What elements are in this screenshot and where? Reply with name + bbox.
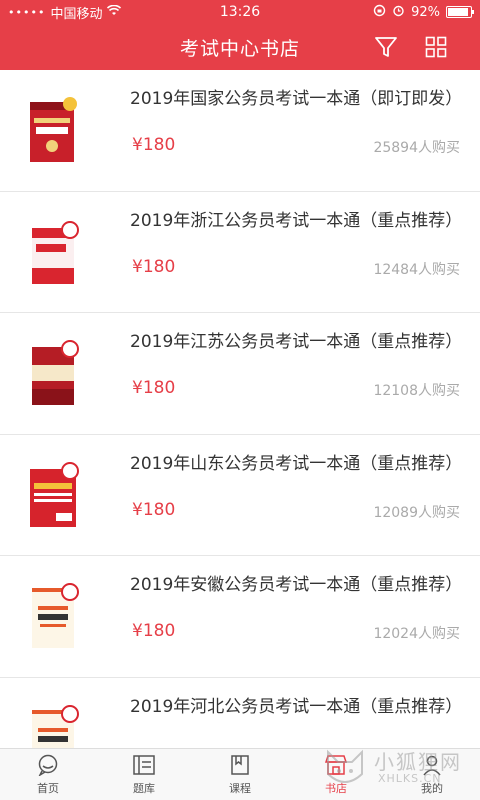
book-cover-zhejiang [26,218,80,288]
book-title[interactable]: 2019年河北公务员考试一本通（重点推荐） [130,696,462,719]
purchase-count: 12484人购买 [373,261,460,278]
purchase-count: 12108人购买 [373,383,460,399]
tab-label: 我的 [421,782,443,795]
tab-bookstore[interactable]: 书店 [288,749,384,800]
course-book-icon [230,753,250,777]
book-list-item[interactable]: 2019年安徽公务员考试一本通（重点推荐） ¥180 12024人购买 [0,556,480,678]
book-list-item[interactable]: 2019年江苏公务员考试一本通（重点推荐） ¥180 12108人购买 [0,313,480,435]
tab-bar: 首页 题库 课程 书店 我的 [0,748,480,800]
grid-view-icon[interactable] [422,33,450,61]
book-title[interactable]: 2019年浙江公务员考试一本通（重点推荐） [130,210,462,233]
book-price: ¥180 [132,135,176,155]
tab-label: 题库 [133,782,155,795]
book-cover-jiangsu [26,339,80,409]
book-price: ¥180 [132,256,176,277]
rotation-lock-icon [373,4,386,21]
signal-strength-icon: ••••• [8,5,46,19]
tab-label: 首页 [37,782,59,795]
purchase-count: 12024人购买 [373,626,460,642]
book-list[interactable]: 2019年国家公务员考试一本通（即订即发） ¥180 25894人购买 2019… [0,70,480,748]
home-chat-icon [37,753,59,777]
purchase-count: 25894人购买 [373,140,460,156]
carrier-label: 中国移动 [50,6,103,22]
book-cover-shandong [26,461,80,531]
book-price: ¥180 [132,621,176,641]
tab-home[interactable]: 首页 [0,749,96,800]
tab-label: 书店 [325,782,347,795]
bookstore-icon [324,753,348,777]
battery-fill [448,8,469,16]
book-title[interactable]: 2019年江苏公务员考试一本通（重点推荐） [130,331,462,354]
status-bar: ••••• 中国移动 13:26 92% [0,0,480,24]
book-title[interactable]: 2019年国家公务员考试一本通（即订即发） [130,88,462,111]
book-price: ¥180 [132,378,176,398]
book-cover-national [26,96,80,166]
book-list-item[interactable]: 2019年国家公务员考试一本通（即订即发） ¥180 25894人购买 [0,70,480,192]
profile-icon [421,753,443,777]
battery-icon [446,6,474,18]
page-title: 考试中心书店 [179,37,300,60]
book-price: ¥180 [132,499,176,520]
wifi-icon [107,4,122,20]
book-cover-anhui [26,582,80,652]
book-list-item[interactable]: 2019年河北公务员考试一本通（重点推荐） [0,678,480,748]
tab-label: 课程 [229,782,251,795]
battery-percent: 92% [411,4,440,20]
alarm-icon [392,4,405,21]
filter-icon[interactable] [372,33,400,61]
book-list-item[interactable]: 2019年浙江公务员考试一本通（重点推荐） ¥180 12484人购买 [0,192,480,313]
book-list-item[interactable]: 2019年山东公务员考试一本通（重点推荐） ¥180 12089人购买 [0,435,480,556]
book-title[interactable]: 2019年安徽公务员考试一本通（重点推荐） [130,574,462,597]
book-cover-hebei [26,704,80,748]
header-bar: 考试中心书店 [0,24,480,70]
purchase-count: 12089人购买 [373,504,460,521]
tab-profile[interactable]: 我的 [384,749,480,800]
tab-question-bank[interactable]: 题库 [96,749,192,800]
tab-course[interactable]: 课程 [192,749,288,800]
question-bank-icon [132,753,156,777]
book-title[interactable]: 2019年山东公务员考试一本通（重点推荐） [130,453,462,476]
